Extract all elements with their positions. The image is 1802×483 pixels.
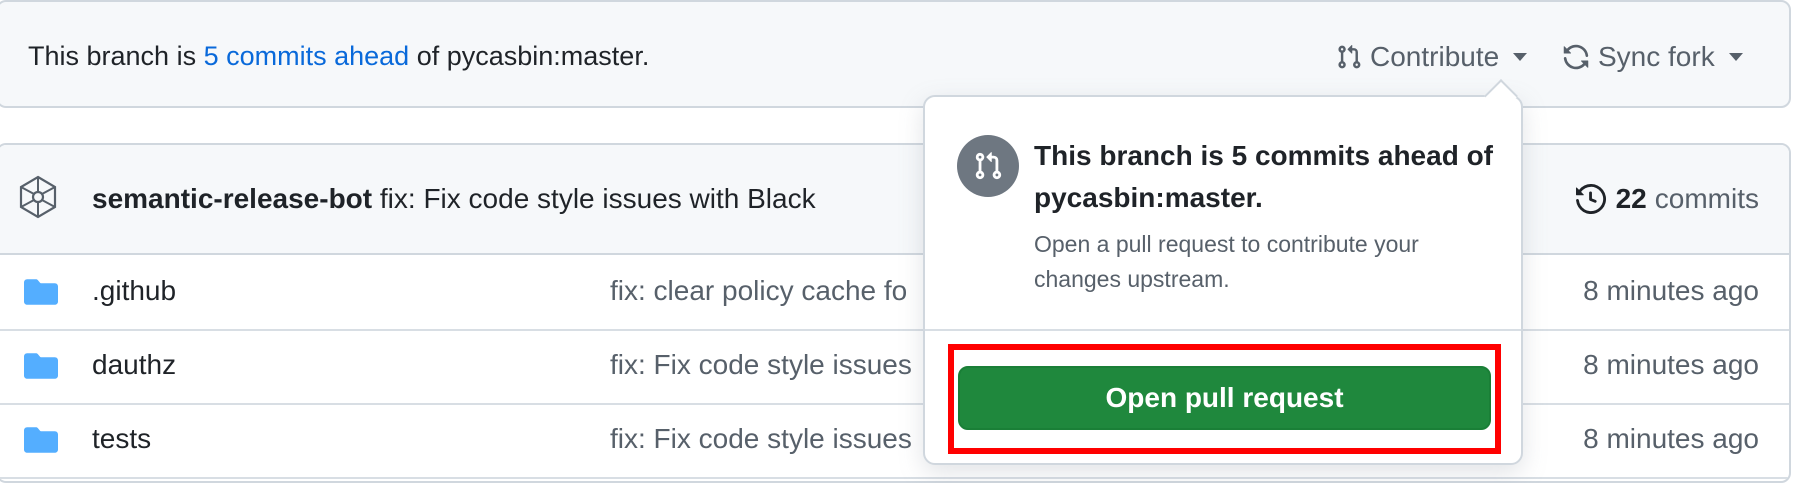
- commit-history-link[interactable]: 22 commits: [1575, 181, 1759, 217]
- commits-ahead-link[interactable]: 5 commits ahead: [204, 41, 410, 71]
- contribute-popover: This branch is 5 commits ahead of pycasb…: [923, 79, 1523, 465]
- branch-status-banner: This branch is 5 commits ahead of pycasb…: [0, 0, 1791, 108]
- file-name[interactable]: .github: [92, 273, 176, 309]
- branch-status-prefix: This branch is: [28, 41, 197, 71]
- file-name[interactable]: tests: [92, 421, 151, 457]
- sync-icon: [1563, 44, 1589, 70]
- commit-author[interactable]: semantic-release-bot: [92, 183, 372, 214]
- sync-fork-label: Sync fork: [1598, 41, 1715, 72]
- file-commit-time: 8 minutes ago: [1583, 349, 1759, 380]
- git-pull-request-icon: [1338, 44, 1361, 69]
- popover-divider: [925, 329, 1521, 331]
- file-commit-time: 8 minutes ago: [1583, 423, 1759, 454]
- latest-commit-message: semantic-release-bot fix: Fix code style…: [92, 181, 816, 217]
- chevron-down-icon: [1728, 53, 1743, 61]
- sync-fork-button[interactable]: Sync fork: [1562, 36, 1743, 78]
- popover-description: Open a pull request to contribute your c…: [1034, 231, 1419, 292]
- file-commit-message[interactable]: fix: Fix code style issues: [610, 347, 912, 383]
- contribute-label: Contribute: [1370, 41, 1500, 72]
- folder-icon: [24, 427, 58, 453]
- git-pull-request-icon: [975, 152, 1002, 180]
- file-commit-message[interactable]: fix: clear policy cache fo: [610, 273, 907, 309]
- commit-count-label: commits: [1654, 183, 1759, 214]
- file-commit-message[interactable]: fix: Fix code style issues: [610, 421, 912, 457]
- history-icon: [1575, 184, 1606, 214]
- commit-count: 22: [1615, 183, 1647, 214]
- folder-icon: [24, 353, 58, 379]
- popover-title: This branch is 5 commits ahead of pycasb…: [1034, 140, 1494, 213]
- branch-status-text: This branch is 5 commits ahead of pycasb…: [28, 38, 649, 74]
- commit-title[interactable]: fix: Fix code style issues with Black: [380, 183, 816, 214]
- chevron-down-icon: [1513, 53, 1528, 61]
- contribute-button[interactable]: Contribute: [1336, 36, 1528, 78]
- branch-status-suffix: of pycasbin:master.: [416, 41, 650, 71]
- file-commit-time: 8 minutes ago: [1583, 275, 1759, 306]
- open-pull-request-button[interactable]: Open pull request: [958, 366, 1491, 430]
- folder-icon: [24, 279, 58, 305]
- bot-avatar-icon[interactable]: [16, 175, 60, 219]
- pull-request-badge: [957, 135, 1019, 197]
- file-name[interactable]: dauthz: [92, 347, 176, 383]
